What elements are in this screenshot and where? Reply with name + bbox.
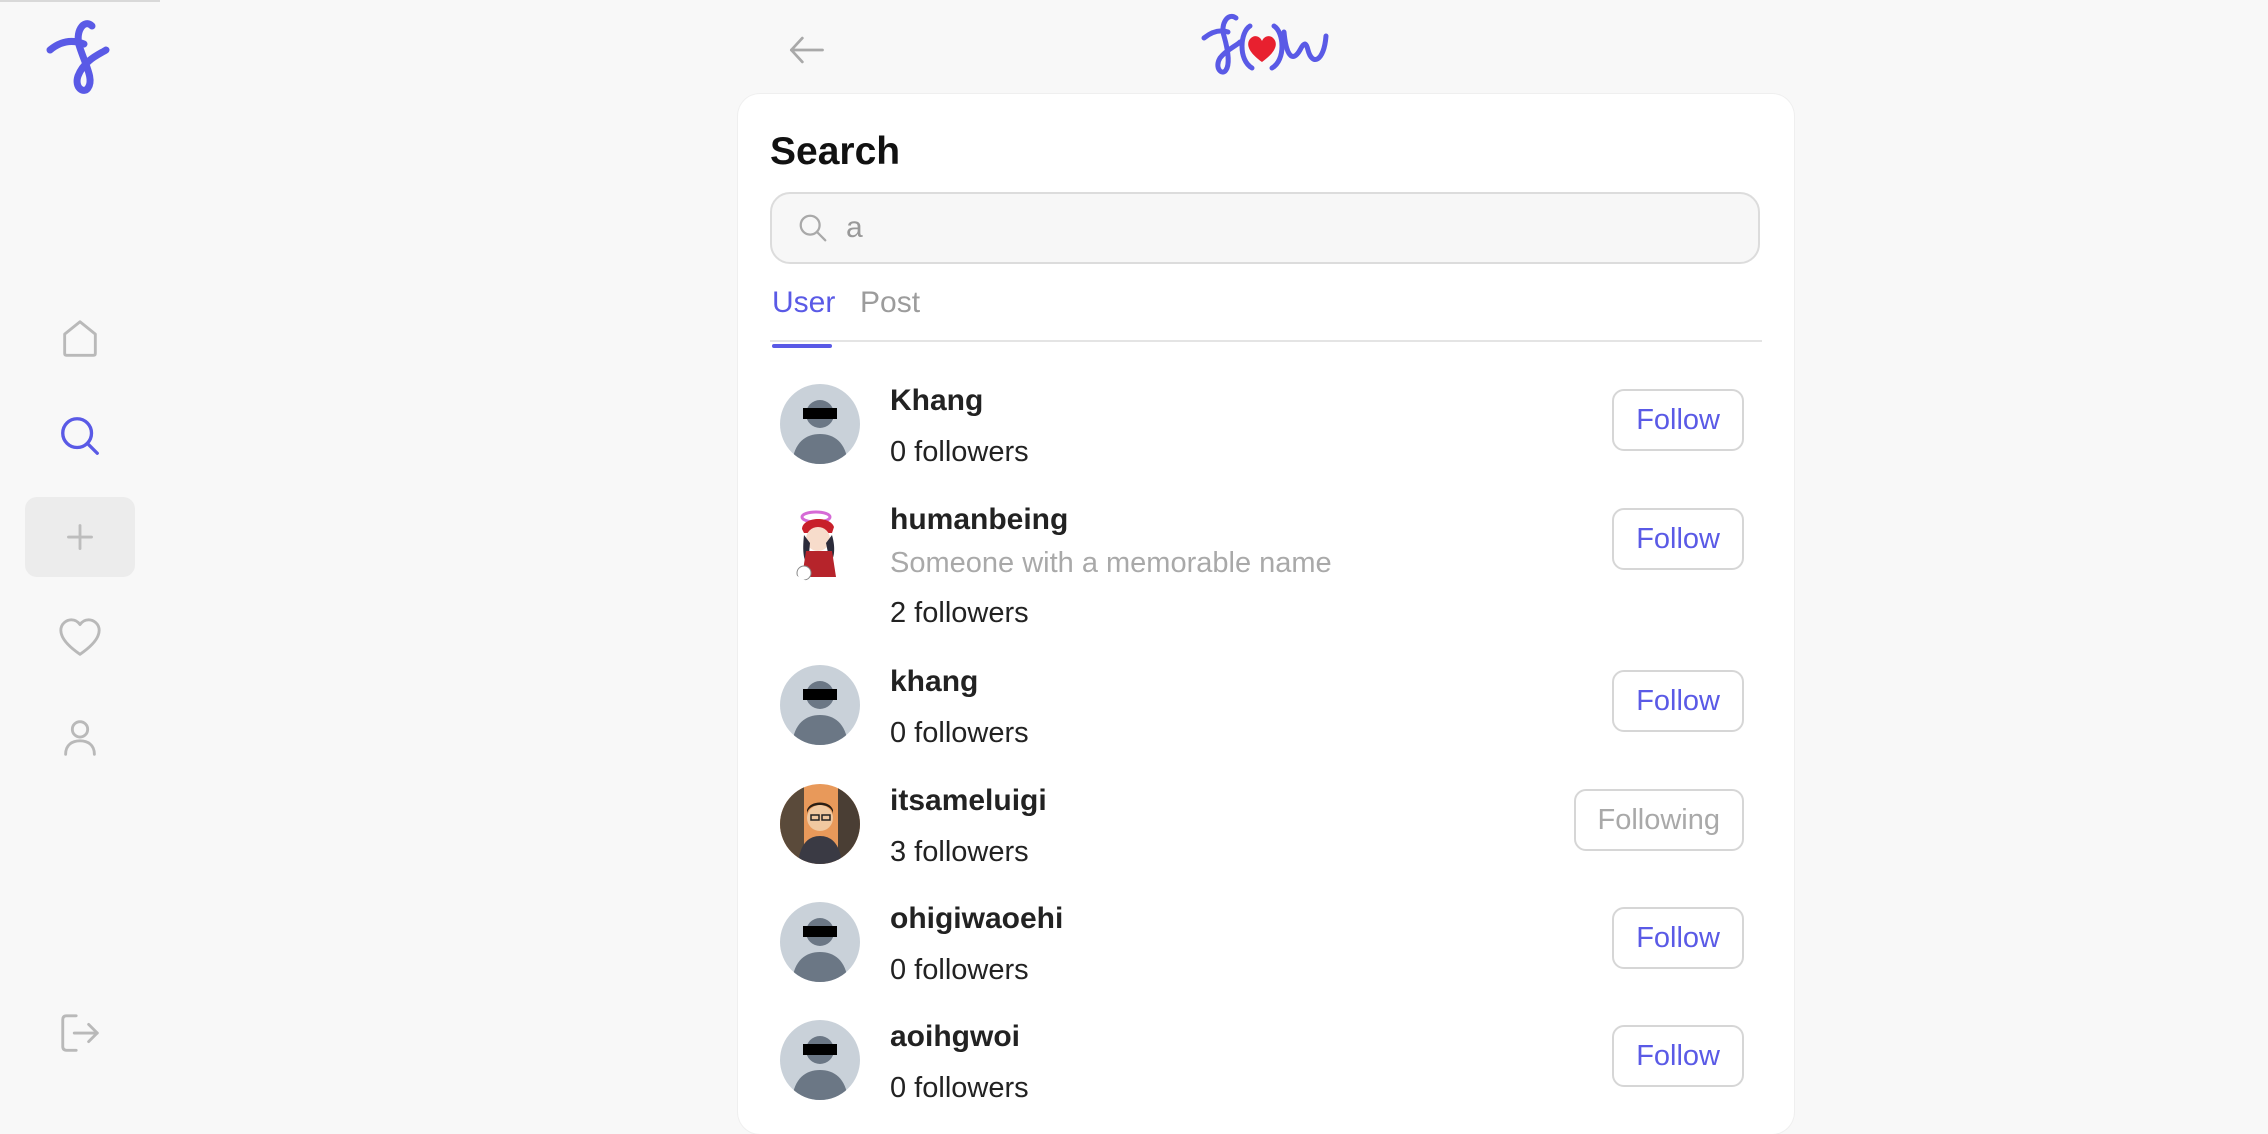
user-icon xyxy=(64,720,96,756)
follow-button[interactable]: Follow xyxy=(1612,907,1744,969)
user-bio: Someone with a memorable name xyxy=(890,547,1332,579)
app-logo[interactable] xyxy=(44,18,124,98)
search-field[interactable] xyxy=(770,192,1760,264)
follow-button[interactable]: Follow xyxy=(1612,670,1744,732)
follow-button[interactable]: Follow xyxy=(1612,508,1744,570)
logout-button[interactable] xyxy=(25,993,135,1073)
follow-button[interactable]: Follow xyxy=(1612,1025,1744,1087)
photo-avatar-icon xyxy=(780,784,860,864)
nav-profile[interactable] xyxy=(25,697,135,777)
avatar[interactable] xyxy=(780,665,860,745)
follower-count: 0 followers xyxy=(890,954,1029,986)
back-button[interactable] xyxy=(778,22,834,78)
plus-icon xyxy=(67,524,93,550)
heart-icon xyxy=(59,618,101,656)
username[interactable]: aoihgwoi xyxy=(890,1020,1020,1054)
search-input[interactable] xyxy=(844,210,1744,246)
nav-search[interactable] xyxy=(25,396,135,476)
avatar[interactable] xyxy=(780,1020,860,1100)
tab-user[interactable]: User xyxy=(772,286,835,348)
nav-create[interactable] xyxy=(25,497,135,577)
flow-logo-icon xyxy=(1201,14,1329,75)
follow-button[interactable]: Follow xyxy=(1612,389,1744,451)
arrow-left-icon xyxy=(789,36,824,64)
search-tabs: User Post xyxy=(770,280,1762,348)
tab-post[interactable]: Post xyxy=(860,286,920,342)
default-avatar-icon xyxy=(780,665,860,745)
logout-icon xyxy=(61,1014,99,1052)
avatar[interactable] xyxy=(780,784,860,864)
username[interactable]: Khang xyxy=(890,384,983,418)
follower-count: 0 followers xyxy=(890,1072,1029,1104)
follower-count: 0 followers xyxy=(890,436,1029,468)
search-icon xyxy=(61,417,99,455)
nav-home[interactable] xyxy=(25,298,135,378)
search-card: Search User Post Khang 0 followers Follo… xyxy=(738,94,1794,1134)
avatar[interactable] xyxy=(780,384,860,464)
default-avatar-icon xyxy=(780,1020,860,1100)
username[interactable]: itsameluigi xyxy=(890,784,1047,818)
follower-count: 2 followers xyxy=(890,597,1029,629)
username[interactable]: khang xyxy=(890,665,978,699)
avatar[interactable] xyxy=(780,503,860,583)
home-icon xyxy=(63,320,97,357)
username[interactable]: ohigiwaoehi xyxy=(890,902,1063,936)
page-title: Search xyxy=(770,130,901,173)
brand-logo[interactable] xyxy=(1200,12,1332,82)
nav-activity[interactable] xyxy=(25,598,135,678)
avatar[interactable] xyxy=(780,902,860,982)
username[interactable]: humanbeing xyxy=(890,503,1068,537)
search-icon xyxy=(799,214,827,242)
sidebar xyxy=(0,0,160,1098)
follower-count: 0 followers xyxy=(890,717,1029,749)
following-button[interactable]: Following xyxy=(1573,789,1744,851)
flow-f-logo-icon xyxy=(46,20,110,94)
anime-avatar-icon xyxy=(780,503,860,583)
default-avatar-icon xyxy=(780,902,860,982)
default-avatar-icon xyxy=(780,384,860,464)
follower-count: 3 followers xyxy=(890,836,1029,868)
